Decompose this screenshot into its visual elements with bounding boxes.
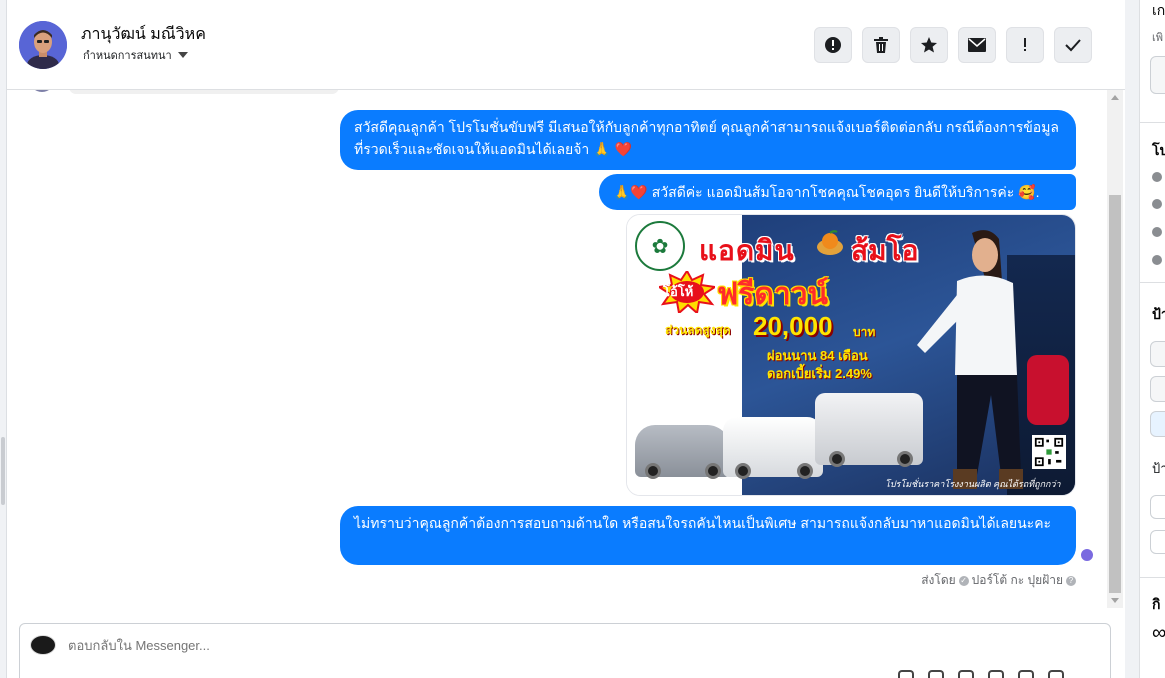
car-photo-sedan [635,425,731,479]
thumbs-up-icon [1152,199,1162,209]
car-photo-truck [815,393,923,467]
message-scrollbar[interactable] [1107,90,1123,608]
car-photo-pickup [723,417,823,479]
conversation-header: ภานุวัฒน์ มณีวิหค กำหนดการสนทนา [7,0,1125,90]
presenter-photo [917,230,1023,489]
message-image-promo[interactable]: ✿ แอดมิน ส้มโอ โอ้โห้ ฟรีดาวน์ ส่วนลดสูง… [626,214,1076,496]
checkmark-icon [1065,39,1081,52]
message-bubble[interactable]: 🙏❤️ สวัสดีค่ะ แอดมินส้มโอจากโชคคุณโชคอุด… [599,174,1076,210]
scroll-up-arrow-icon[interactable] [1111,95,1119,100]
mark-done-button[interactable] [1054,27,1092,63]
contact-avatar[interactable] [19,21,67,69]
conversation-pane: ภานุวัฒน์ มณีวิหค กำหนดการสนทนา สวัสดีคุ… [7,0,1125,678]
reply-composer [19,623,1111,678]
message-list[interactable]: สวัสดีคุณลูกค้า โปรโมชั่นขับฟรี มีเสนอให… [7,90,1107,608]
emoji-icon[interactable] [988,670,1004,678]
sent-by-label: ส่งโดย ✓ ปอร์โต้ กะ ปุยฝ้าย ? [921,571,1076,590]
sidebar-input[interactable] [1150,495,1165,519]
alert-circle-icon [825,37,841,53]
page-avatar [30,635,56,655]
ad-discount-label: ส่วนลดสูงสุด [665,323,731,337]
sidebar-section-subtitle: เพิ [1152,32,1164,44]
help-icon[interactable]: ? [1066,575,1076,586]
sidebar-section-title: เก [1152,2,1165,18]
label-tag[interactable] [1150,376,1165,402]
verified-icon: ✓ [958,575,969,586]
left-panel-edge [0,0,7,678]
contact-name[interactable]: ภานุวัฒน์ มณีวิหค [81,22,206,47]
contact-avatar-small [29,90,55,92]
sender-name[interactable]: ปอร์โต้ กะ ปุยฝ้าย [972,571,1063,590]
composer-toolbar [898,670,1064,678]
saved-reply-icon[interactable] [1018,670,1034,678]
envelope-icon [968,38,986,52]
scroll-down-arrow-icon[interactable] [1111,598,1119,603]
message-bubble[interactable]: ไม่ทราบว่าคุณลูกค้าต้องการสอบถามด้านใด ห… [340,506,1076,565]
reply-input[interactable] [68,638,668,653]
customer-info-sidebar: เก เพิ โป ป้า ป้า กิ ∞ [1139,0,1165,678]
sidebar-subtitle: ป้า [1152,461,1165,476]
location-pin-icon [1152,227,1162,237]
conversation-actions [814,27,1092,63]
sent-by-prefix: ส่งโดย [921,573,956,587]
sidebar-section-title: โป [1152,142,1165,158]
assign-conversation-dropdown[interactable]: กำหนดการสนทนา [83,46,188,64]
exclamation-icon [1024,38,1026,51]
sidebar-input[interactable] [1150,56,1165,94]
follow-up-button[interactable] [1006,27,1044,63]
message-bubble[interactable]: สวัสดีคุณลูกค้า โปรโมชั่นขับฟรี มีเสนอให… [340,110,1076,170]
ad-burst-text: โอ้โห้ [663,284,694,299]
location-pin-icon [1152,255,1162,265]
scroll-thumb[interactable] [1109,195,1121,593]
ad-currency: บาท [853,325,876,339]
label-tag[interactable] [1150,411,1165,437]
sidebar-section-title: กิ [1152,596,1161,612]
star-icon [921,37,937,53]
panel-resize-handle[interactable] [1,437,5,505]
clock-icon [1152,172,1162,182]
qr-code [1032,435,1066,469]
mark-spam-button[interactable] [814,27,852,63]
trash-icon [874,37,888,53]
meta-infinity-icon: ∞ [1152,622,1165,644]
image-icon[interactable] [958,670,974,678]
sidebar-input[interactable] [1150,530,1165,554]
caret-down-icon [177,52,188,58]
link-icon[interactable] [928,670,944,678]
previous-message-bubble [69,90,339,94]
attachment-icon[interactable] [898,670,914,678]
ad-footer: โปรโมชั่นราคาโรงงานผลิต คุณได้รถที่ถูกกว… [885,479,1061,489]
assign-label: กำหนดการสนทนา [83,50,172,62]
panel-divider [1125,0,1139,678]
seen-avatar [1080,548,1094,562]
dealer-logo: ✿ [635,221,685,271]
star-button[interactable] [910,27,948,63]
ad-discount-amount: 20,000 [753,311,833,341]
like-icon[interactable] [1048,670,1064,678]
ad-rate: ดอกเบี้ยเริ่ม 2.49% [767,366,872,381]
mark-unread-button[interactable] [958,27,996,63]
ad-title-admin: แอดมิน [699,235,795,266]
delete-button[interactable] [862,27,900,63]
ad-title-name: ส้มโอ [851,235,919,266]
orange-fruit-icon [817,230,843,255]
label-tag[interactable] [1150,341,1165,367]
sidebar-section-title: ป้า [1152,306,1165,322]
